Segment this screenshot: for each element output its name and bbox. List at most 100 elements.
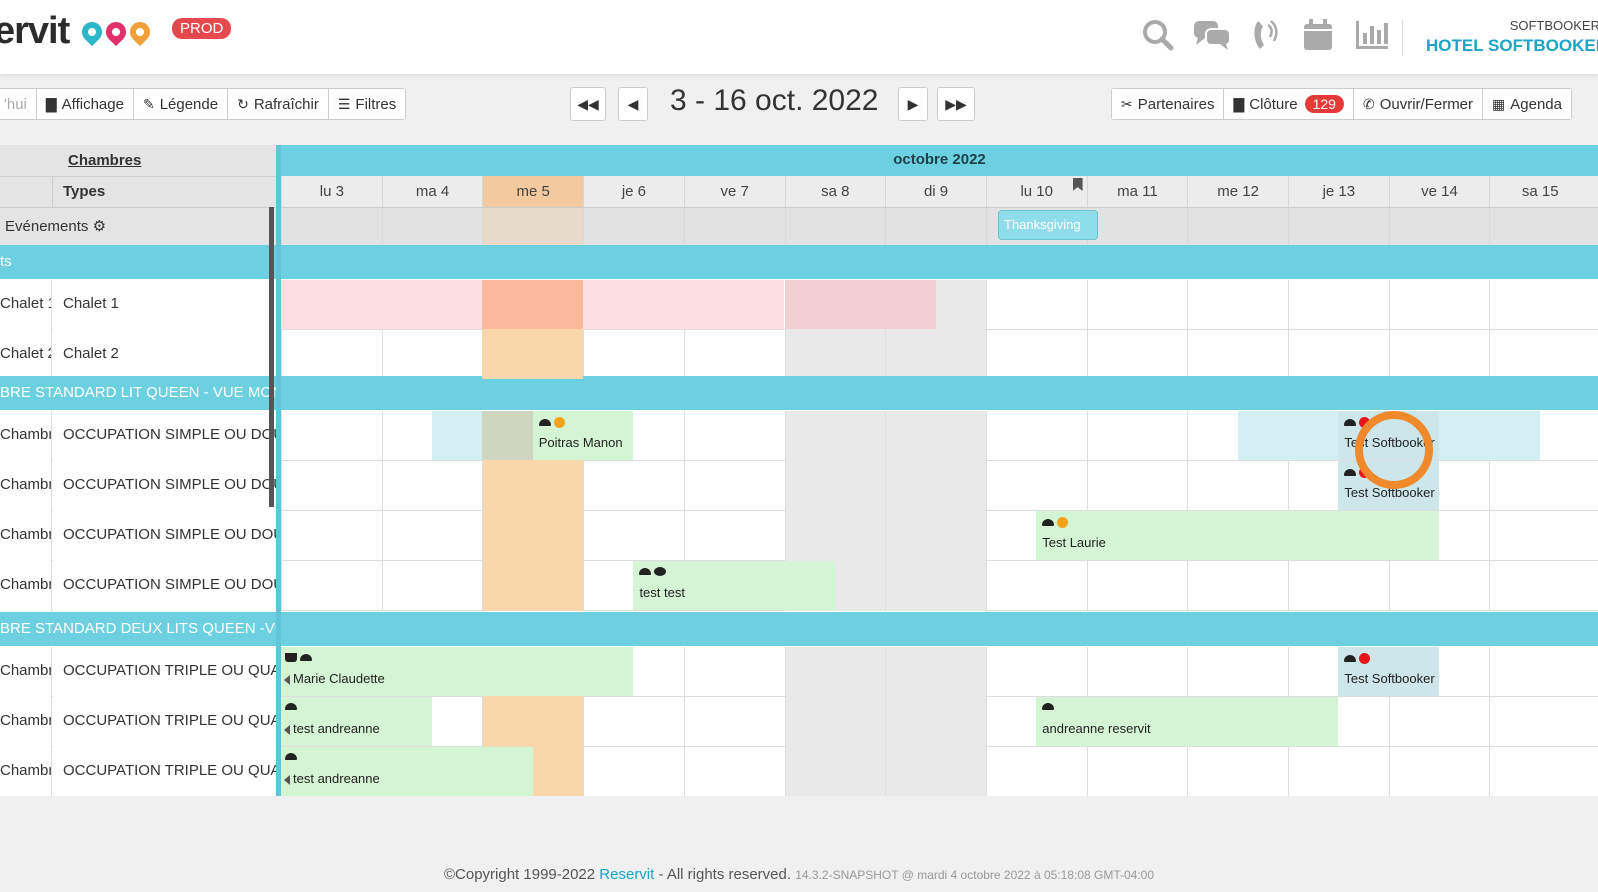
availability-cell[interactable] bbox=[1489, 330, 1590, 380]
day-header[interactable]: me 12 bbox=[1187, 176, 1288, 207]
availability-cell[interactable] bbox=[683, 461, 785, 511]
availability-cell[interactable] bbox=[885, 561, 986, 611]
day-header[interactable]: lu 10 bbox=[985, 176, 1087, 207]
availability-cell[interactable] bbox=[482, 697, 584, 747]
availability-cell[interactable] bbox=[482, 511, 584, 561]
availability-cell[interactable] bbox=[1187, 647, 1288, 697]
availability-cell[interactable] bbox=[1489, 697, 1590, 747]
previous-day-button[interactable]: ◀ bbox=[618, 87, 648, 121]
room-name[interactable]: Chambre bbox=[0, 747, 52, 796]
event-cell[interactable] bbox=[784, 208, 886, 245]
availability-cell[interactable] bbox=[1187, 747, 1288, 796]
availability-cell[interactable] bbox=[784, 461, 886, 511]
open-close-button[interactable]: ✆ Ouvrir/Fermer bbox=[1353, 89, 1484, 119]
availability-cell[interactable] bbox=[1489, 561, 1590, 611]
reservit-logo[interactable]: ervit bbox=[0, 10, 70, 53]
availability-cell[interactable] bbox=[784, 411, 886, 461]
availability-cell[interactable] bbox=[381, 511, 483, 561]
availability-cell[interactable] bbox=[1288, 330, 1389, 380]
next-period-button[interactable]: ▶▶ bbox=[937, 87, 975, 121]
availability-cell[interactable] bbox=[683, 511, 785, 561]
availability-cell[interactable] bbox=[583, 511, 684, 561]
availability-cell[interactable] bbox=[885, 747, 986, 796]
availability-cell[interactable] bbox=[784, 747, 886, 796]
room-name[interactable]: Chalet 1 bbox=[0, 280, 52, 330]
availability-cell[interactable] bbox=[784, 330, 886, 380]
availability-cell[interactable] bbox=[1288, 561, 1389, 611]
room-category-row[interactable]: BRE STANDARD LIT QUEEN - VUE MONTAGNE bbox=[0, 376, 1598, 410]
booking-block[interactable]: Test Laurie bbox=[1036, 511, 1440, 560]
availability-cell[interactable] bbox=[1489, 280, 1590, 330]
day-header[interactable]: je 6 bbox=[583, 176, 684, 207]
booking-block[interactable]: test andreanne bbox=[281, 747, 533, 796]
previous-period-button[interactable]: ◀◀ bbox=[570, 87, 606, 121]
availability-cell[interactable] bbox=[482, 461, 584, 511]
events-label[interactable]: Evénements ⚙ bbox=[5, 217, 106, 235]
day-header[interactable]: sa 8 bbox=[784, 176, 886, 207]
availability-cell[interactable] bbox=[683, 330, 785, 380]
reservit-link[interactable]: Reservit bbox=[599, 866, 654, 883]
filters-button[interactable]: ☰ Filtres bbox=[328, 89, 406, 119]
closure-button[interactable]: ▇ Clôture 129 bbox=[1224, 89, 1354, 119]
booking-block[interactable]: andreanne reservit bbox=[1036, 697, 1339, 746]
event-cell[interactable] bbox=[482, 208, 584, 245]
vertical-scrollbar[interactable] bbox=[269, 207, 274, 507]
availability-cell[interactable] bbox=[482, 561, 584, 611]
hotel-name[interactable]: HOTEL SOFTBOOKER bbox=[1426, 36, 1598, 56]
pane-splitter[interactable] bbox=[276, 145, 281, 796]
day-header[interactable]: di 9 bbox=[885, 176, 986, 207]
availability-cell[interactable] bbox=[985, 280, 1087, 330]
availability-cell[interactable] bbox=[381, 461, 483, 511]
partners-button[interactable]: ✂ Partenaires bbox=[1112, 89, 1225, 119]
availability-cell[interactable] bbox=[1388, 697, 1490, 747]
event-cell[interactable] bbox=[281, 208, 382, 245]
event-cell[interactable] bbox=[1086, 208, 1188, 245]
closed-period[interactable] bbox=[583, 280, 785, 329]
phone-icon[interactable] bbox=[1250, 17, 1280, 58]
option-period[interactable] bbox=[482, 411, 533, 460]
room-name[interactable]: Chalet 2 bbox=[0, 330, 52, 380]
display-button[interactable]: ▇ Affichage bbox=[36, 89, 134, 119]
availability-cell[interactable] bbox=[885, 697, 986, 747]
availability-cell[interactable] bbox=[281, 330, 382, 380]
day-header[interactable]: ma 11 bbox=[1086, 176, 1188, 207]
booking-block[interactable]: Marie Claudette bbox=[281, 647, 634, 696]
calendar-icon[interactable] bbox=[1302, 17, 1334, 58]
stats-icon[interactable] bbox=[1354, 17, 1390, 58]
event-cell[interactable] bbox=[683, 208, 785, 245]
availability-cell[interactable] bbox=[1288, 747, 1389, 796]
booking-block[interactable]: Test Softbooker bbox=[1338, 647, 1440, 696]
day-header[interactable]: sa 15 bbox=[1489, 176, 1590, 207]
availability-cell[interactable] bbox=[1388, 747, 1490, 796]
availability-cell[interactable] bbox=[683, 411, 785, 461]
availability-cell[interactable] bbox=[281, 411, 382, 461]
closed-period[interactable] bbox=[784, 280, 936, 329]
room-name[interactable]: Chambre bbox=[0, 697, 52, 747]
availability-cell[interactable] bbox=[1187, 461, 1288, 511]
event-cell[interactable] bbox=[1388, 208, 1490, 245]
today-cell[interactable] bbox=[482, 330, 584, 379]
legend-button[interactable]: ✎ Légende bbox=[133, 89, 229, 119]
availability-cell[interactable] bbox=[683, 647, 785, 697]
availability-cell[interactable] bbox=[583, 747, 684, 796]
booking-block[interactable]: test test bbox=[633, 561, 835, 610]
availability-cell[interactable] bbox=[1187, 561, 1288, 611]
availability-cell[interactable] bbox=[583, 461, 684, 511]
availability-cell[interactable] bbox=[381, 330, 483, 380]
availability-cell[interactable] bbox=[683, 697, 785, 747]
room-category-row[interactable]: BRE STANDARD DEUX LITS QUEEN -VUE bbox=[0, 612, 1598, 646]
room-name[interactable]: Chambre bbox=[0, 411, 52, 461]
availability-cell[interactable] bbox=[1489, 461, 1590, 511]
room-name[interactable]: Chambre bbox=[0, 511, 52, 561]
availability-cell[interactable] bbox=[784, 647, 886, 697]
day-header[interactable]: lu 3 bbox=[281, 176, 382, 207]
availability-cell[interactable] bbox=[985, 747, 1087, 796]
availability-cell[interactable] bbox=[885, 330, 986, 380]
search-icon[interactable] bbox=[1140, 17, 1176, 58]
availability-cell[interactable] bbox=[281, 561, 382, 611]
event-cell[interactable] bbox=[885, 208, 986, 245]
today-button[interactable]: 'hui bbox=[0, 89, 37, 119]
closed-period[interactable] bbox=[482, 280, 584, 329]
room-name[interactable]: Chambre bbox=[0, 461, 52, 511]
availability-cell[interactable] bbox=[1489, 647, 1590, 697]
